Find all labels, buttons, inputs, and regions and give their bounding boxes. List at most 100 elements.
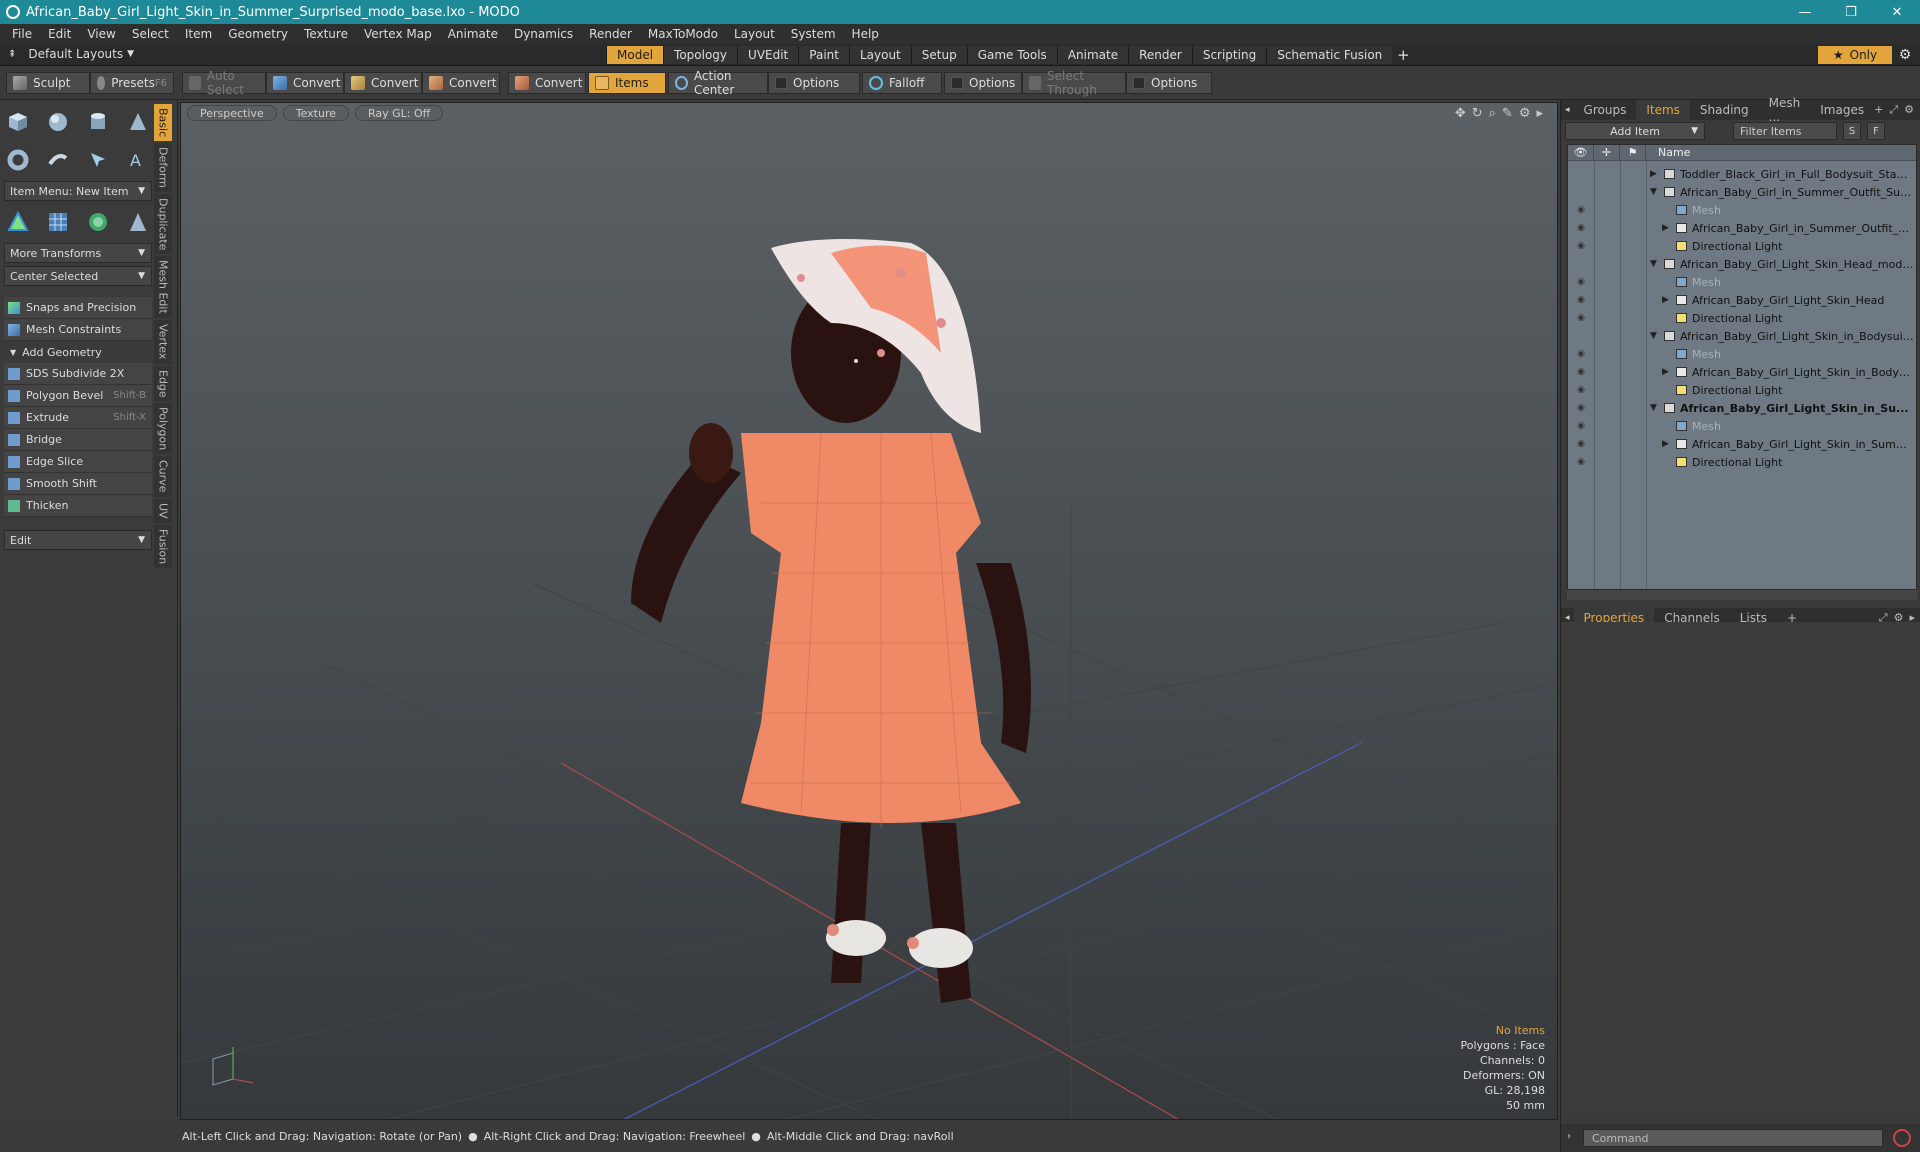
tab-schematic-fusion[interactable]: Schematic Fusion (1266, 46, 1393, 64)
edge-slice-button[interactable]: Edge Slice (4, 451, 152, 473)
eye-icon[interactable]: ◉ (1574, 457, 1588, 467)
zoom-icon[interactable]: ⌕ (1489, 106, 1496, 121)
pen-tool-icon[interactable] (84, 146, 112, 174)
menu-view[interactable]: View (81, 27, 125, 41)
tab-layout[interactable]: Layout (848, 46, 911, 64)
expand-arrow-icon[interactable]: ▶ (1662, 223, 1669, 233)
convert-button-1[interactable]: Convert (266, 72, 344, 94)
command-input[interactable]: Command (1583, 1129, 1883, 1147)
menu-render[interactable]: Render (583, 27, 642, 41)
default-layouts-dropdown[interactable]: ⇞ Default Layouts ▼ (8, 47, 134, 61)
menu-layout[interactable]: Layout (728, 27, 785, 41)
eye-icon[interactable]: ◉ (1574, 223, 1588, 233)
expand-arrow-icon[interactable]: ▶ (1650, 169, 1657, 179)
tab-model[interactable]: Model (606, 46, 664, 64)
edit-dropdown[interactable]: Edit ▼ (4, 530, 152, 550)
tab-animate[interactable]: Animate (1056, 46, 1129, 64)
expand-arrow-icon[interactable]: ▶ (1662, 439, 1669, 449)
center-selected-dropdown[interactable]: Center Selected ▼ (4, 266, 152, 286)
add-tab-icon[interactable]: + (1874, 103, 1883, 117)
vtab-mesh-edit[interactable]: Mesh Edit (154, 256, 172, 319)
menu-geometry[interactable]: Geometry (222, 27, 298, 41)
eye-icon[interactable]: ◉ (1574, 385, 1588, 395)
name-column-header[interactable]: Name (1646, 145, 1690, 160)
item-row[interactable]: ▼ African_Baby_Girl_Light_Skin_in_Bodysui… (1568, 327, 1916, 345)
move-tool-icon[interactable] (4, 208, 32, 236)
filter-items-input[interactable]: Filter Items (1733, 122, 1837, 140)
eye-icon[interactable]: ◉ (1574, 439, 1588, 449)
rotate-view-icon[interactable]: ↻ (1472, 106, 1483, 121)
item-row[interactable]: ◉ ▼ African_Baby_Girl_Light_Skin_in_Su... (1568, 399, 1916, 417)
collapse-arrow-icon[interactable]: ▼ (1650, 259, 1657, 269)
torus-primitive-icon[interactable] (4, 146, 32, 174)
cylinder-primitive-icon[interactable] (84, 108, 112, 136)
tab-groups[interactable]: Groups (1574, 100, 1637, 120)
convert-button-4[interactable]: Convert (508, 72, 586, 94)
baby-girl-model[interactable] (631, 239, 1031, 1003)
menu-dynamics[interactable]: Dynamics (508, 27, 583, 41)
item-menu-dropdown[interactable]: Item Menu: New Item ▼ (4, 181, 152, 201)
vtab-polygon[interactable]: Polygon (154, 403, 172, 455)
tab-game-tools[interactable]: Game Tools (966, 46, 1057, 64)
menu-file[interactable]: File (6, 27, 42, 41)
panel-menu-icon[interactable]: ◂ (1561, 105, 1574, 115)
expand-icon[interactable]: ⤢ (1889, 103, 1898, 117)
options-checkbox-2[interactable] (951, 77, 963, 89)
eye-icon[interactable]: ◉ (1574, 295, 1588, 305)
tab-uvedit[interactable]: UVEdit (737, 46, 799, 64)
tube-primitive-icon[interactable] (44, 146, 72, 174)
smooth-shift-button[interactable]: Smooth Shift (4, 473, 152, 495)
close-button[interactable]: ✕ (1874, 0, 1920, 24)
menu-vertex-map[interactable]: Vertex Map (358, 27, 442, 41)
add-tab-icon[interactable]: + (1392, 46, 1414, 64)
vtab-basic[interactable]: Basic (154, 104, 172, 142)
visibility-column-eye-icon[interactable]: 👁 (1568, 145, 1594, 160)
grid-icon[interactable] (44, 208, 72, 236)
gear-icon[interactable]: ⚙ (1904, 103, 1914, 117)
item-row[interactable]: ◉ Mesh (1568, 345, 1916, 363)
tab-paint[interactable]: Paint (798, 46, 849, 64)
auto-select-button[interactable]: Auto Select (182, 69, 266, 97)
3d-viewport[interactable]: Perspective Texture Ray GL: Off ✥ ↻ ⌕ ✎ … (180, 102, 1558, 1120)
sphere-primitive-icon[interactable] (44, 108, 72, 136)
command-history-icon[interactable] (1893, 1129, 1911, 1147)
select-through-button[interactable]: Select Through (1022, 69, 1126, 97)
rotate-tool-icon[interactable] (84, 208, 112, 236)
tab-setup[interactable]: Setup (910, 46, 967, 64)
item-row[interactable]: ◉ Directional Light (1568, 237, 1916, 255)
options-checkbox-1[interactable] (775, 77, 787, 89)
vtab-deform[interactable]: Deform (154, 143, 172, 193)
thicken-button[interactable]: Thicken (4, 495, 152, 517)
expand-arrow-icon[interactable]: ▶ (1662, 367, 1669, 377)
tab-scripting[interactable]: Scripting (1191, 46, 1267, 64)
polygon-bevel-button[interactable]: Polygon Bevel Shift-B (4, 385, 152, 407)
text-tool-icon[interactable]: A (124, 146, 152, 174)
add-item-dropdown[interactable]: Add Item ▼ (1565, 122, 1705, 140)
tab-render[interactable]: Render (1128, 46, 1192, 64)
more-transforms-dropdown[interactable]: More Transforms ▼ (4, 243, 152, 263)
tab-mesh[interactable]: Mesh ... (1759, 96, 1811, 124)
cube-primitive-icon[interactable] (4, 108, 32, 136)
collapse-arrow-icon[interactable]: ⇞ (8, 49, 16, 60)
eye-icon[interactable]: ◉ (1574, 277, 1588, 287)
viewport-expand-icon[interactable]: ▸ (1536, 106, 1543, 121)
menu-item[interactable]: Item (179, 27, 222, 41)
lock-column-icon[interactable]: ✛ (1594, 145, 1620, 160)
tab-topology[interactable]: Topology (663, 46, 738, 64)
filter-s-button[interactable]: S (1843, 122, 1861, 140)
vtab-curve[interactable]: Curve (154, 456, 172, 497)
eye-icon[interactable]: ◉ (1574, 205, 1588, 215)
menu-help[interactable]: Help (846, 27, 889, 41)
item-row[interactable]: ◉ ▶ African_Baby_Girl_Light_Skin_Head (1568, 291, 1916, 309)
eye-icon[interactable]: ◉ (1574, 313, 1588, 323)
only-button[interactable]: ★ Only (1818, 46, 1892, 64)
item-row[interactable]: ▼ African_Baby_Girl_Light_Skin_Head_modo … (1568, 255, 1916, 273)
sculpt-button[interactable]: Sculpt (6, 72, 90, 94)
snaps-precision-button[interactable]: Snaps and Precision (4, 297, 152, 319)
eye-icon[interactable]: ◉ (1574, 421, 1588, 431)
vtab-vertex[interactable]: Vertex (154, 320, 172, 364)
edit-view-icon[interactable]: ✎ (1502, 106, 1513, 121)
eye-icon[interactable]: ◉ (1574, 403, 1588, 413)
render-column-icon[interactable]: ⚑ (1620, 145, 1646, 160)
expand-arrow-icon[interactable]: ▶ (1662, 295, 1669, 305)
